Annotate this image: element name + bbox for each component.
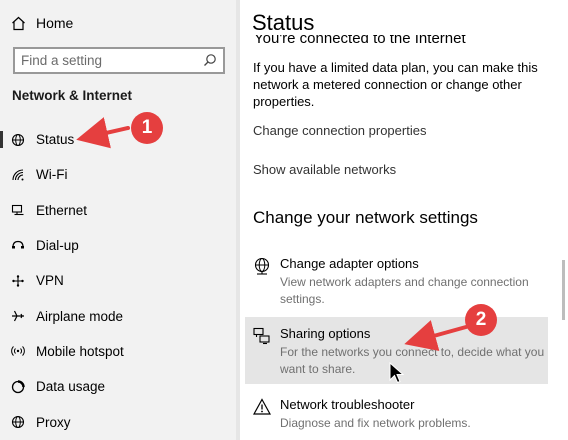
sidebar: Home Find a setting Network & Internet S… xyxy=(0,0,236,440)
main-content: Status You're connected to the Internet … xyxy=(240,0,568,440)
sidebar-item-dialup[interactable]: Dial-up xyxy=(0,228,236,263)
sidebar-item-ethernet[interactable]: Ethernet xyxy=(0,193,236,228)
sidebar-item-label: Mobile hotspot xyxy=(36,343,124,359)
sidebar-item-label: Status xyxy=(36,132,75,148)
sidebar-item-status[interactable]: Status xyxy=(0,122,236,157)
option-title: Network troubleshooter xyxy=(280,397,415,412)
annotation-badge-1: 1 xyxy=(131,112,163,144)
section-title: Network & Internet xyxy=(12,88,133,103)
sidebar-item-wifi[interactable]: Wi-Fi xyxy=(0,157,236,192)
dialup-icon xyxy=(10,238,26,254)
option-description: For the networks you connect to, decide … xyxy=(280,345,545,376)
sidebar-item-label: Proxy xyxy=(36,414,71,430)
connection-status-heading: You're connected to the Internet xyxy=(254,35,466,49)
home-icon xyxy=(10,15,26,31)
search-input[interactable]: Find a setting xyxy=(13,47,225,74)
sharing-icon xyxy=(253,327,271,345)
change-network-settings-heading: Change your network settings xyxy=(253,208,478,227)
globe-icon xyxy=(10,132,26,148)
search-icon[interactable] xyxy=(203,53,217,67)
sidebar-item-label: Wi-Fi xyxy=(36,167,68,183)
option-description: View network adapters and change connect… xyxy=(280,275,529,306)
hotspot-icon xyxy=(10,343,26,359)
search-placeholder: Find a setting xyxy=(21,53,103,68)
sidebar-item-label: Data usage xyxy=(36,379,106,395)
airplane-icon xyxy=(10,308,26,324)
option-description: Diagnose and fix network problems. xyxy=(280,416,471,430)
page-title: Status xyxy=(252,10,315,35)
globe-icon xyxy=(10,414,26,430)
sidebar-item-label: Dial-up xyxy=(36,238,79,254)
sidebar-item-data-usage[interactable]: Data usage xyxy=(0,369,236,404)
connection-status-heading-text: You're connected to the Internet xyxy=(254,35,466,47)
sidebar-item-mobile-hotspot[interactable]: Mobile hotspot xyxy=(0,334,236,369)
annotation-badge-2: 2 xyxy=(465,304,497,336)
sidebar-item-vpn[interactable]: VPN xyxy=(0,263,236,298)
home-label: Home xyxy=(36,15,74,31)
nav-list: Status Wi-Fi Ethernet Dial-up VPN Airpla… xyxy=(0,122,236,440)
sidebar-item-airplane-mode[interactable]: Airplane mode xyxy=(0,298,236,333)
data-usage-icon xyxy=(10,379,26,395)
scrollbar[interactable] xyxy=(562,260,565,320)
sidebar-item-label: Airplane mode xyxy=(36,308,124,324)
wifi-icon xyxy=(10,167,26,183)
warning-icon xyxy=(252,398,272,416)
vpn-icon xyxy=(10,273,26,289)
metered-info-text: If you have a limited data plan, you can… xyxy=(253,60,538,109)
change-connection-properties-link[interactable]: Change connection properties xyxy=(253,123,426,138)
sidebar-item-label: VPN xyxy=(36,273,64,289)
option-title: Sharing options xyxy=(280,326,371,341)
ethernet-icon xyxy=(10,202,26,218)
option-title: Change adapter options xyxy=(280,256,419,271)
sidebar-item-label: Ethernet xyxy=(36,202,88,218)
sidebar-item-proxy[interactable]: Proxy xyxy=(0,404,236,439)
adapter-icon xyxy=(253,257,271,275)
home-nav-item[interactable]: Home xyxy=(10,12,73,34)
show-available-networks-link[interactable]: Show available networks xyxy=(253,162,396,177)
